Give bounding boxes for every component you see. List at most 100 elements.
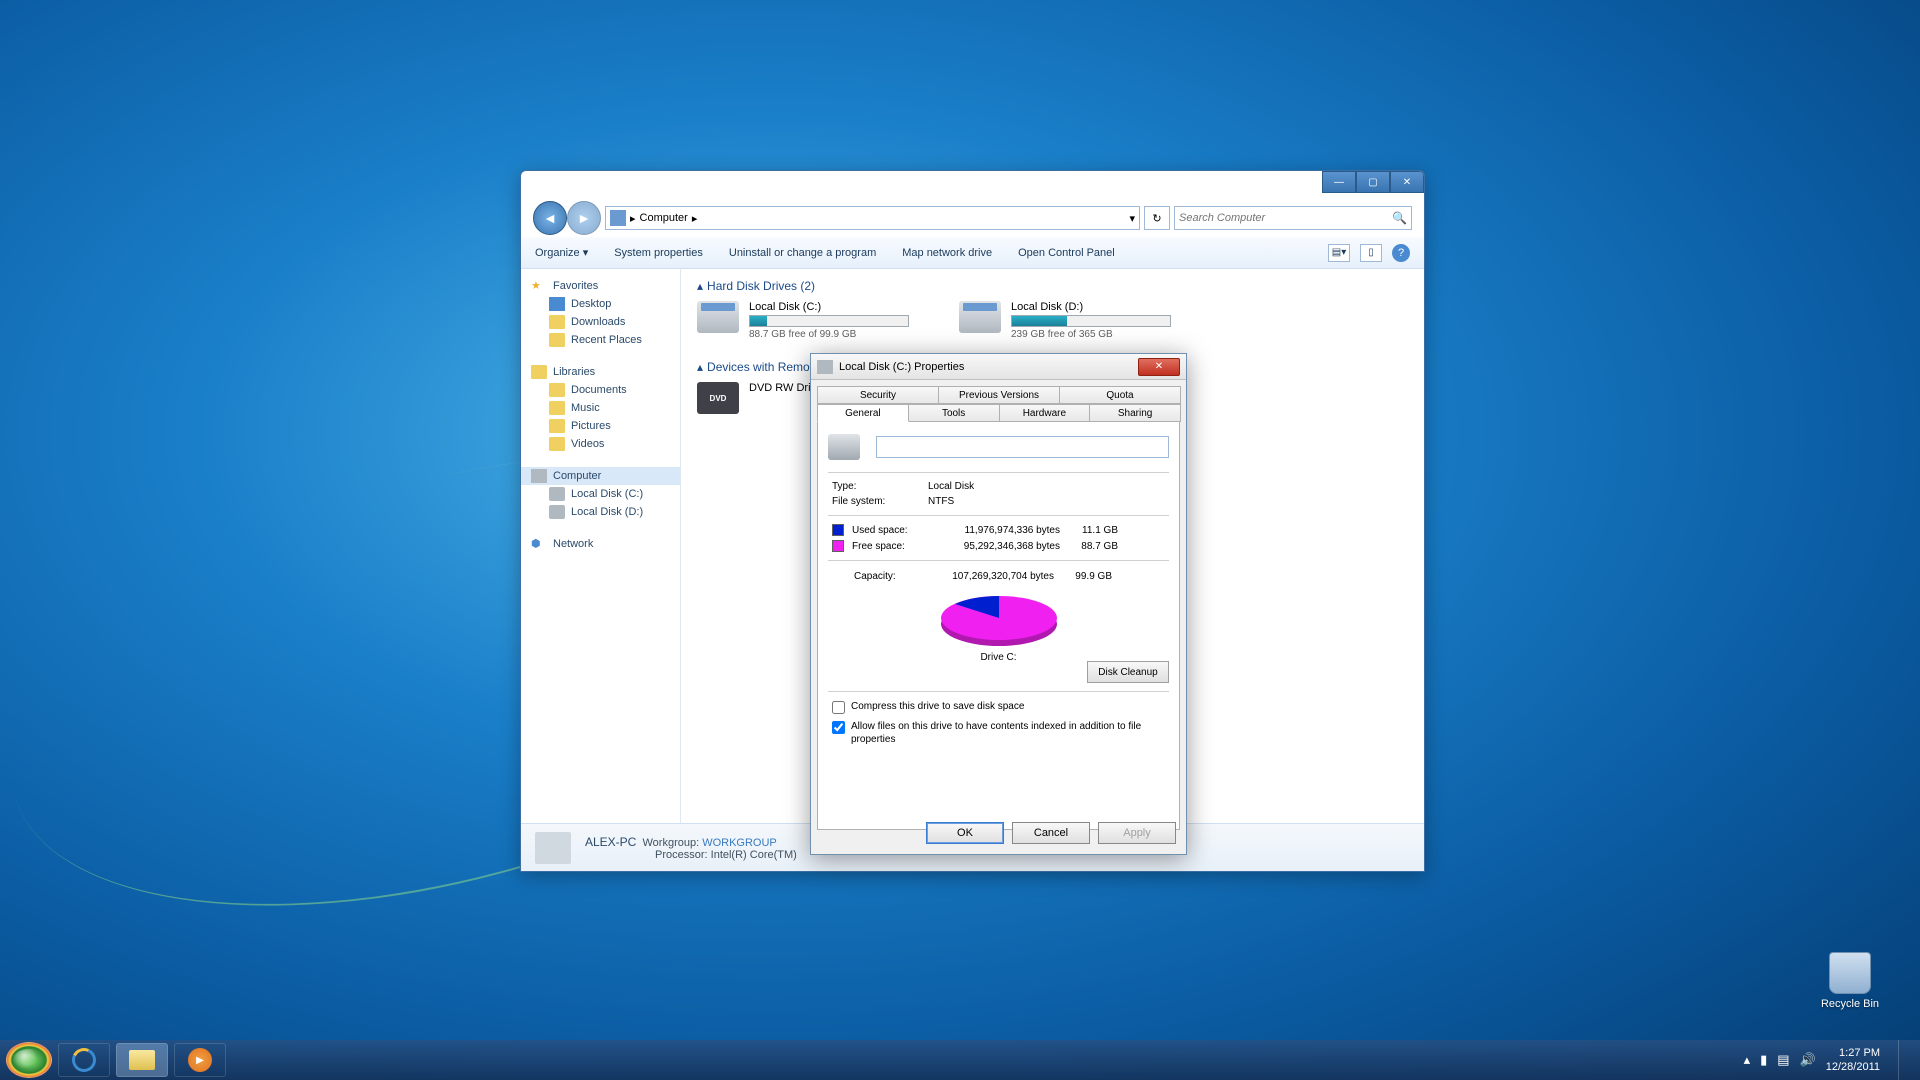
libraries-icon bbox=[531, 365, 547, 379]
battery-icon[interactable]: ▮ bbox=[1760, 1052, 1767, 1068]
free-label: Free space: bbox=[852, 541, 922, 552]
tab-hardware[interactable]: Hardware bbox=[999, 404, 1091, 422]
compress-checkbox[interactable] bbox=[832, 701, 845, 714]
computer-icon bbox=[531, 469, 547, 483]
tab-general[interactable]: General bbox=[817, 404, 909, 422]
cancel-button[interactable]: Cancel bbox=[1012, 822, 1090, 844]
sidebar-libraries[interactable]: Libraries bbox=[521, 363, 680, 381]
start-button[interactable] bbox=[6, 1042, 52, 1078]
close-button[interactable]: ✕ bbox=[1390, 171, 1424, 193]
sidebar-item-disk-d[interactable]: Local Disk (D:) bbox=[521, 503, 680, 521]
sidebar-computer[interactable]: Computer bbox=[521, 467, 680, 485]
sidebar-item-music[interactable]: Music bbox=[521, 399, 680, 417]
recycle-bin-label: Recycle Bin bbox=[1821, 998, 1879, 1010]
sidebar-item-documents[interactable]: Documents bbox=[521, 381, 680, 399]
index-label: Allow files on this drive to have conten… bbox=[851, 720, 1169, 746]
toolbar-system-properties[interactable]: System properties bbox=[614, 247, 703, 259]
taskbar: ▶ ▴ ▮ ▤ 🔊 1:27 PM 12/28/2011 bbox=[0, 1040, 1920, 1080]
drive-name: Local Disk (C:) bbox=[749, 301, 909, 313]
sidebar-item-desktop[interactable]: Desktop bbox=[521, 295, 680, 313]
drive-free-text: 239 GB free of 365 GB bbox=[1011, 329, 1171, 340]
tab-previous-versions[interactable]: Previous Versions bbox=[938, 386, 1060, 404]
dialog-title-bar[interactable]: Local Disk (C:) Properties ✕ bbox=[811, 354, 1186, 380]
organize-menu[interactable]: Organize ▾ bbox=[535, 246, 588, 259]
drive-icon bbox=[959, 301, 1001, 333]
sidebar-network[interactable]: ⬢Network bbox=[521, 535, 680, 553]
fs-label: File system: bbox=[832, 496, 900, 507]
recycle-bin-shortcut[interactable]: Recycle Bin bbox=[1810, 952, 1890, 1010]
sidebar-item-recent[interactable]: Recent Places bbox=[521, 331, 680, 349]
taskbar-media-player[interactable]: ▶ bbox=[174, 1043, 226, 1077]
sidebar-item-videos[interactable]: Videos bbox=[521, 435, 680, 453]
usage-pie-chart bbox=[937, 592, 1061, 648]
free-bytes: 95,292,346,368 bytes bbox=[930, 541, 1060, 552]
toolbar-control-panel[interactable]: Open Control Panel bbox=[1018, 247, 1115, 259]
nav-back-button[interactable]: ◄ bbox=[533, 201, 567, 235]
command-bar: Organize ▾ System properties Uninstall o… bbox=[521, 237, 1424, 269]
volume-icon[interactable]: 🔊 bbox=[1800, 1052, 1816, 1068]
clock-time: 1:27 PM bbox=[1826, 1046, 1880, 1060]
taskbar-explorer[interactable] bbox=[116, 1043, 168, 1077]
drive-item-d[interactable]: Local Disk (D:) 239 GB free of 365 GB bbox=[959, 301, 1171, 340]
used-gb: 11.1 GB bbox=[1068, 525, 1118, 536]
tab-quota[interactable]: Quota bbox=[1059, 386, 1181, 404]
apply-button[interactable]: Apply bbox=[1098, 822, 1176, 844]
taskbar-ie[interactable] bbox=[58, 1043, 110, 1077]
show-desktop-button[interactable] bbox=[1898, 1040, 1910, 1080]
clock[interactable]: 1:27 PM 12/28/2011 bbox=[1826, 1046, 1880, 1074]
sidebar-item-downloads[interactable]: Downloads bbox=[521, 313, 680, 331]
media-player-icon: ▶ bbox=[188, 1048, 212, 1072]
processor-value: Intel(R) Core(TM) bbox=[711, 849, 797, 861]
pie-caption: Drive C: bbox=[980, 652, 1016, 663]
sidebar-item-label: Desktop bbox=[571, 298, 611, 310]
recycle-bin-icon bbox=[1829, 952, 1871, 994]
volume-label-input[interactable] bbox=[876, 436, 1169, 458]
tray-show-hidden-icon[interactable]: ▴ bbox=[1744, 1052, 1751, 1068]
refresh-button[interactable]: ↻ bbox=[1144, 206, 1170, 230]
network-tray-icon[interactable]: ▤ bbox=[1777, 1052, 1789, 1068]
search-input[interactable] bbox=[1179, 212, 1392, 224]
workgroup-value: WORKGROUP bbox=[702, 837, 777, 849]
breadcrumb-location[interactable]: Computer bbox=[640, 212, 688, 224]
dialog-buttons: OK Cancel Apply bbox=[926, 822, 1176, 844]
sidebar-libraries-label: Libraries bbox=[553, 366, 595, 378]
disk-icon bbox=[549, 487, 565, 501]
sidebar-item-label: Local Disk (C:) bbox=[571, 488, 643, 500]
index-checkbox[interactable] bbox=[832, 721, 845, 734]
folder-icon bbox=[549, 383, 565, 397]
toolbar-map-drive[interactable]: Map network drive bbox=[902, 247, 992, 259]
toolbar-uninstall[interactable]: Uninstall or change a program bbox=[729, 247, 876, 259]
group-header-hdd[interactable]: ▴Hard Disk Drives (2) bbox=[697, 279, 1408, 293]
view-options-button[interactable]: ▤▾ bbox=[1328, 244, 1350, 262]
maximize-button[interactable]: ▢ bbox=[1356, 171, 1390, 193]
divider bbox=[828, 472, 1169, 473]
tab-security[interactable]: Security bbox=[817, 386, 939, 404]
sidebar-favorites[interactable]: ★Favorites bbox=[521, 277, 680, 295]
nav-forward-button[interactable]: ► bbox=[567, 201, 601, 235]
dialog-title: Local Disk (C:) Properties bbox=[839, 361, 964, 373]
disk-icon bbox=[817, 360, 833, 374]
minimize-button[interactable]: — bbox=[1322, 171, 1356, 193]
tab-sharing[interactable]: Sharing bbox=[1089, 404, 1181, 422]
desktop-icon bbox=[549, 297, 565, 311]
free-swatch bbox=[832, 540, 844, 552]
sidebar-item-pictures[interactable]: Pictures bbox=[521, 417, 680, 435]
breadcrumb[interactable]: ▸ Computer ▸ ▾ bbox=[605, 206, 1140, 230]
sidebar-item-disk-c[interactable]: Local Disk (C:) bbox=[521, 485, 680, 503]
dialog-close-button[interactable]: ✕ bbox=[1138, 358, 1180, 376]
star-icon: ★ bbox=[531, 279, 547, 293]
tab-tools[interactable]: Tools bbox=[908, 404, 1000, 422]
help-button[interactable]: ? bbox=[1392, 244, 1410, 262]
search-icon: 🔍 bbox=[1392, 211, 1407, 225]
preview-pane-button[interactable]: ▯ bbox=[1360, 244, 1382, 262]
drive-item-c[interactable]: Local Disk (C:) 88.7 GB free of 99.9 GB bbox=[697, 301, 909, 340]
drive-name: Local Disk (D:) bbox=[1011, 301, 1171, 313]
ok-button[interactable]: OK bbox=[926, 822, 1004, 844]
sidebar-item-label: Music bbox=[571, 402, 600, 414]
breadcrumb-dropdown-icon[interactable]: ▾ bbox=[1129, 212, 1135, 225]
tab-panel-general: Type:Local Disk File system:NTFS Used sp… bbox=[817, 422, 1180, 830]
search-box[interactable]: 🔍 bbox=[1174, 206, 1412, 230]
disk-cleanup-button[interactable]: Disk Cleanup bbox=[1087, 661, 1169, 683]
sidebar-item-label: Videos bbox=[571, 438, 604, 450]
used-label: Used space: bbox=[852, 525, 922, 536]
